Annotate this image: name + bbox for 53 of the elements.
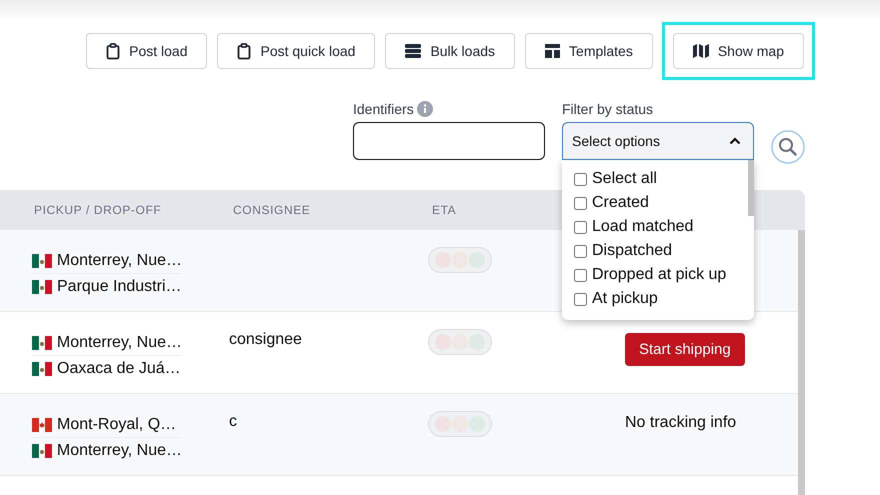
eta-lights-icon [428,329,492,355]
toolbar-button[interactable]: Bulk loads [385,33,516,69]
chevron-icon [729,137,741,145]
toolbar-button[interactable]: Templates [525,33,653,69]
checkbox[interactable] [574,172,587,186]
checkbox[interactable] [574,196,587,210]
status-select[interactable]: Select options [562,122,754,160]
eta-lights-icon [428,411,492,437]
option-label[interactable]: Select all [592,170,657,188]
info-icon [416,100,433,116]
location-text: Monterrey, Nue… [56,252,182,270]
toolbar-button[interactable]: Show map [672,33,804,69]
flag-icon [32,418,52,432]
map-icon [692,43,709,59]
option-label[interactable]: Dispatched [592,242,672,260]
location-text: Parque Industri… [57,278,182,296]
checkbox[interactable] [574,268,587,282]
clipboard-icon [106,42,120,60]
flag-icon [32,362,52,376]
flag-icon [32,444,52,458]
location-text: Monterrey, Nue… [56,442,182,460]
option-label[interactable]: Dropped at pick up [592,266,726,284]
eta-lights-icon [428,247,492,273]
consignee-text: consignee [229,331,302,348]
tracking-status: No tracking info [625,414,736,431]
location-text: Monterrey, Nue… [56,334,182,352]
column-header: PICKUP / DROP-OFF [33,203,162,217]
checkbox[interactable] [574,292,587,306]
column-header: CONSIGNEE [232,203,312,217]
clipboard-icon [237,42,252,60]
checkbox[interactable] [574,220,587,234]
consignee-text: c [229,413,237,430]
layout-icon [545,44,560,58]
column-header: ETA [431,203,458,217]
location-text: Mont-Royal, Q… [57,416,176,434]
checkbox[interactable] [574,244,587,258]
search-icon[interactable] [771,130,805,164]
start-shipping-button[interactable]: Start shipping [625,333,745,366]
toolbar-button[interactable]: Post quick load [217,33,376,69]
field-label: Identifiers [353,100,414,116]
field-label: Filter by status [562,100,654,116]
flag-icon [32,336,52,350]
scrollbar[interactable] [748,160,754,216]
location-text: Oaxaca de Juá… [57,360,181,378]
identifiers-field[interactable] [353,122,545,160]
option-label[interactable]: At pickup [592,290,658,308]
flag-icon [32,254,52,268]
option-label[interactable]: Load matched [592,218,694,236]
option-label[interactable]: Created [592,194,649,212]
toolbar-button[interactable]: Post load [86,33,208,69]
scrollbar[interactable] [798,230,805,495]
stack-icon [405,43,422,59]
flag-icon [32,280,52,294]
